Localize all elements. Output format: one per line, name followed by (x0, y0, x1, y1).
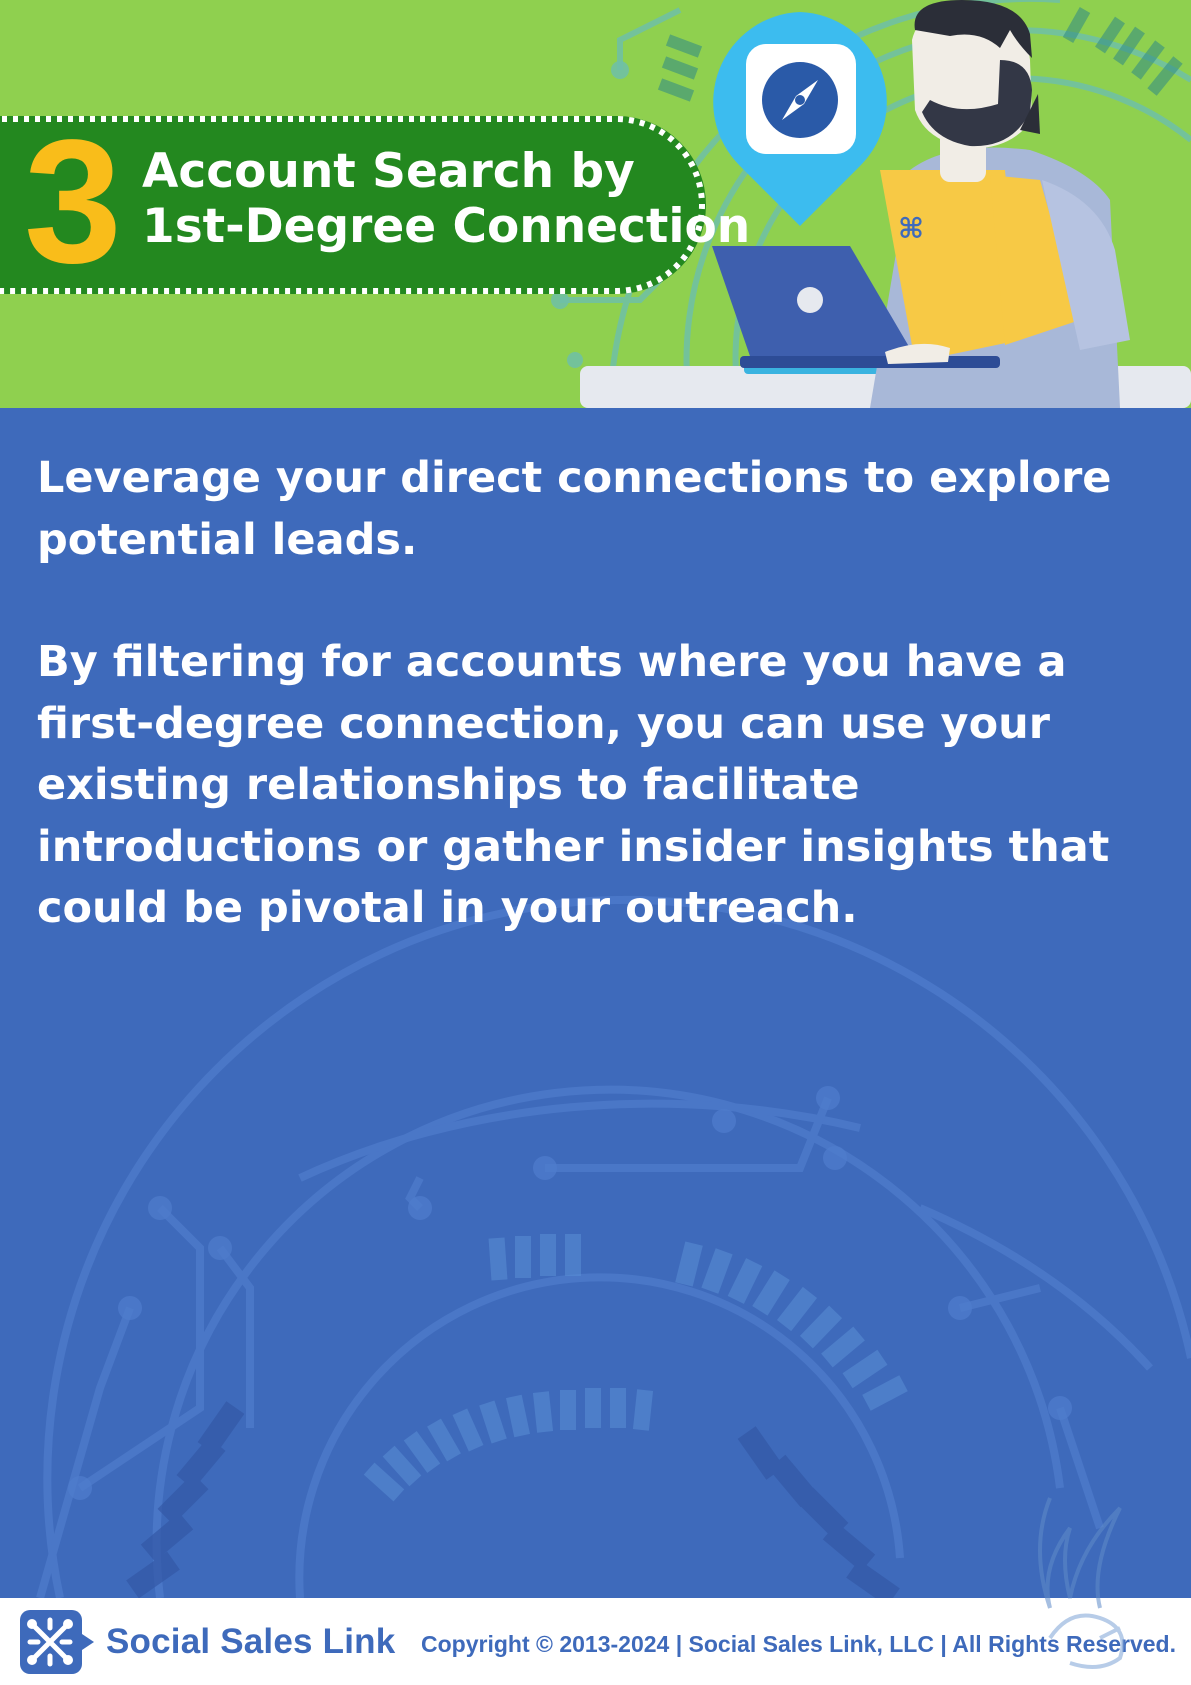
social-sales-link-logo-icon (20, 1610, 94, 1674)
header-section: 3 Account Search by 1st-Degree Connectio… (0, 0, 1191, 408)
intro-paragraph: Leverage your direct connections to expl… (37, 453, 1112, 565)
svg-text:⌘: ⌘ (898, 212, 924, 245)
page-title-line-2: 1st-Degree Connection (142, 199, 751, 254)
main-content: Leverage your direct connections to expl… (0, 408, 1191, 1598)
compass-location-pin-icon (713, 12, 887, 226)
step-number: 3 (24, 104, 122, 300)
griffin-watermark-icon (1038, 1497, 1125, 1669)
footer: Social Sales Link Copyright © 2013-2024 … (0, 1497, 1191, 1685)
brand-name: Social Sales Link (106, 1622, 396, 1661)
person-at-laptop-illustration: ⌘ (712, 0, 1130, 408)
detail-paragraph: By filtering for accounts where you have… (37, 637, 1110, 933)
infographic-page: 3 Account Search by 1st-Degree Connectio… (0, 0, 1191, 1685)
page-title-line-1: Account Search by (142, 144, 635, 199)
page-title: Account Search by 1st-Degree Connection (142, 144, 751, 254)
body-copy: Leverage your direct connections to expl… (37, 448, 1157, 940)
